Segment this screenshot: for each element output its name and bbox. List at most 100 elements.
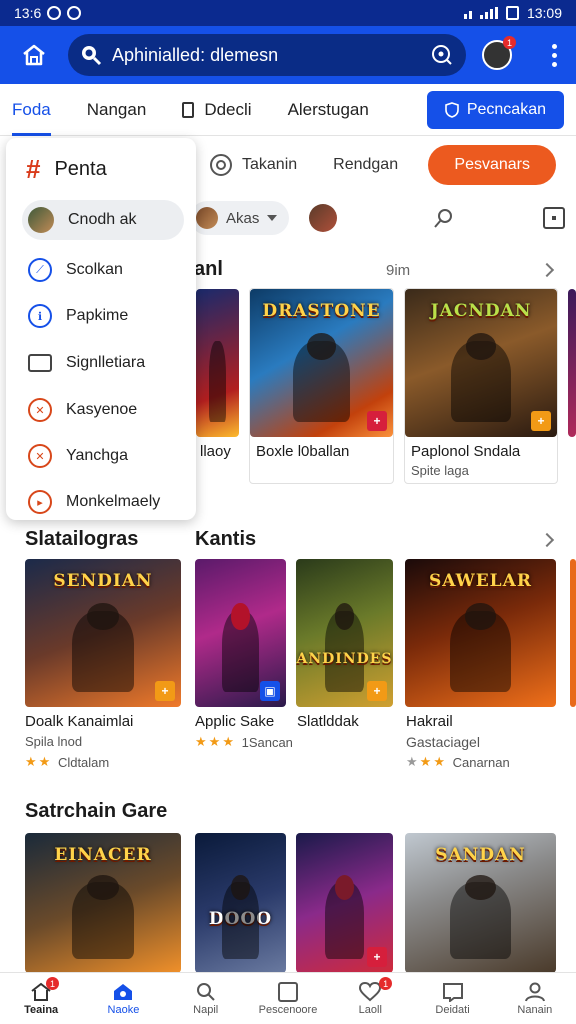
tab-ddecli[interactable]: Ddecli [182,84,252,136]
sub-tab-bar: Takanin Rendgan Pesvanars [196,142,576,188]
grid-view-icon[interactable] [543,207,566,229]
bookmark-home-icon [112,982,134,1002]
more-menu-icon[interactable] [544,40,564,70]
nav-label: Pescenoore [258,1003,318,1016]
game-card-title: Slatlddak [297,713,359,730]
swords-icon: ✕ [28,444,52,468]
rating: ★ ★ Cldtalam [25,754,110,770]
tab-foda[interactable]: Foda [12,84,51,136]
home-icon [23,44,45,66]
game-card-art[interactable]: SENDIAN + [25,559,181,707]
notification-icon [47,6,62,20]
nav-item-naoke[interactable]: Naoke [82,973,164,1024]
art-logo-text: SENDIAN [53,571,153,591]
nav-item-deidati[interactable]: Deidati [411,973,493,1024]
drawer-item-monkelmaely[interactable]: ▸ Monkelmaely [22,482,184,522]
store-tag-icon: + [367,411,387,431]
store-tag-icon: + [155,681,175,701]
rating: ★ ★ ★ Canarnan [406,754,510,770]
battery-icon [505,6,519,20]
game-card-art[interactable]: EINACER [25,833,181,973]
tab-nangan[interactable]: Nangan [87,84,147,136]
art-logo-text: ANDINDES [296,651,393,667]
nav-item-pescenoore[interactable]: Pescenoore [247,973,329,1024]
nav-label: Napil [193,1003,219,1016]
user-avatar[interactable] [309,204,338,232]
nav-label: Naoke [107,1003,140,1016]
game-card-art-partial[interactable] [570,559,576,707]
game-card-art[interactable]: ▣ [195,559,286,707]
drawer-item-scolkan[interactable]: ⟋ Scolkan [22,250,184,290]
game-card-art[interactable]: DOOO [195,833,286,973]
drawer-item-yanchga[interactable]: ✕ Yanchga [22,436,184,476]
app-bar: Aphinialled: dlemesn 1 [0,26,576,84]
game-card-art[interactable]: SANDAN [405,833,556,973]
user-icon [524,982,546,1002]
game-card-art[interactable]: SAWELAR [405,559,556,707]
dropdown-drawer-menu: # Penta Cnodh ak ⟋ Scolkan ℹ Papkime Sig… [6,138,196,520]
drawer-item-label: Signlletiara [66,354,146,371]
status-time-left: 13:6 [14,5,42,21]
drawer-item-kasyenoe[interactable]: ✕ Kasyenoe [22,390,184,430]
chevron-right-icon[interactable] [539,262,555,278]
target-icon [210,154,232,176]
chevron-right-icon[interactable] [539,532,555,548]
section-title: Kantis [195,528,257,550]
search-input[interactable]: Aphinialled: dlemesn [68,34,466,76]
drawer-item-signlletiara[interactable]: Signlletiara [22,343,184,383]
store-tag-icon: + [367,681,387,701]
drawer-item-label: Kasyenoe [66,401,138,418]
play-icon: ▸ [28,490,52,514]
game-card-art[interactable]: JACNDAN + [405,289,557,437]
signal-icon [479,7,498,19]
tab-ddecli-label: Ddecli [204,99,252,119]
search-icon[interactable] [433,207,455,229]
lens-icon[interactable] [430,43,454,67]
subtab-rendgan[interactable]: Rendgan [333,156,398,174]
game-card-art[interactable] [196,289,239,437]
profile-avatar[interactable]: 1 [482,36,516,70]
game-card-art[interactable]: + [296,833,393,973]
notification-badge: 1 [503,36,516,49]
primary-cta-label: Pecncakan [466,100,546,118]
art-logo-text: SANDAN [435,845,526,865]
tab-bar: Foda Nangan Ddecli Alerstugan Pecncakan [0,84,576,136]
drawer-item-papkime[interactable]: ℹ Papkime [22,296,184,336]
orange-cta-button[interactable]: Pesvanars [428,145,556,185]
game-card-art[interactable]: DRASTONE + [250,289,393,437]
wifi-icon [463,7,472,19]
drawer-header: # Penta [26,154,107,185]
art-logo-text: JACNDAN [430,301,532,321]
game-card-art-partial[interactable] [568,289,576,437]
drawer-item-cnodh-ak[interactable]: Cnodh ak [22,200,184,240]
nav-item-napil[interactable]: Napil [165,973,247,1024]
store-tag-icon: ▣ [260,681,280,701]
art-logo-text: EINACER [54,845,152,865]
nav-label: Deidati [435,1003,470,1016]
heart-icon [359,981,382,1002]
tab-alerstugan[interactable]: Alerstugan [288,84,369,136]
book-icon [442,982,464,1002]
primary-cta-button[interactable]: Pecncakan [426,90,564,129]
game-card-art[interactable]: ANDINDES + [296,559,393,707]
filter-chip[interactable]: Akas [190,201,290,235]
search-icon [195,982,217,1002]
section-title: Satrchain Gare [25,800,168,822]
nav-label: Laoll [358,1003,382,1016]
nav-item-nanain[interactable]: Nanain [494,973,576,1024]
subtab-takanin[interactable]: Takanin [210,154,297,176]
rating: ★ ★ ★ 1Sancan [195,734,293,750]
game-card-subtitle: Spila lnod [25,734,83,749]
nav-label: Nanain [517,1003,553,1016]
drawer-item-label: Papkime [66,307,129,324]
section-meta: 9im [386,262,411,279]
game-card-title: llaoy [200,443,231,460]
square-icon [277,981,299,1002]
search-icon [82,46,102,66]
nav-item-laoll[interactable]: 1 Laoll [329,973,411,1024]
home-button[interactable] [12,33,56,77]
nav-item-home[interactable]: 1 Teaina [0,973,82,1024]
drawer-item-label: Cnodh ak [68,211,137,228]
bottom-navigation: 1 Teaina Naoke Napil Pescenoore 1 Laoll … [0,972,576,1024]
rating-text: 1Sancan [241,734,293,750]
